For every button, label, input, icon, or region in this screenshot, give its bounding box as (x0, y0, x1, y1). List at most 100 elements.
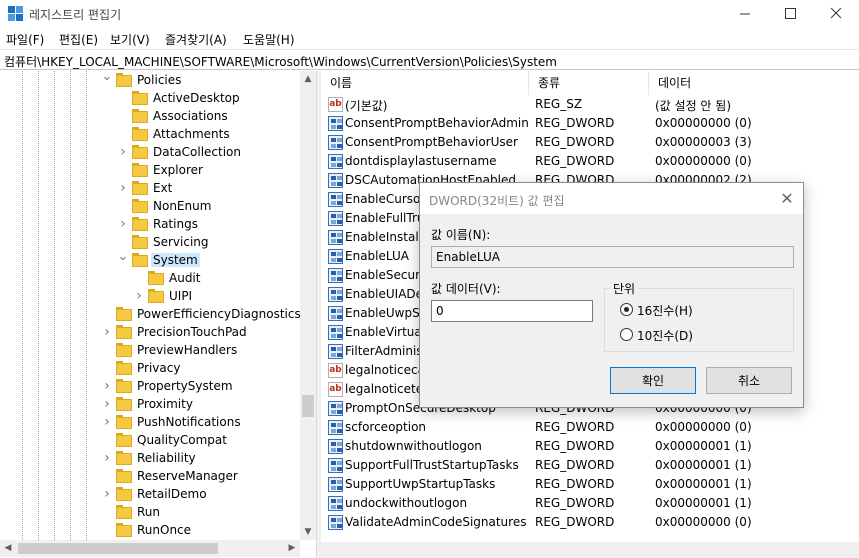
menu-help[interactable]: 도움말(H) (243, 31, 295, 48)
dialog-close-button[interactable]: ✕ (775, 187, 799, 211)
tree-item-label: Attachments (153, 127, 230, 141)
scroll-left-icon[interactable]: ◀ (0, 540, 16, 557)
list-item[interactable]: undockwithoutlogon REG_DWORD 0x00000001 (1… (321, 494, 859, 513)
tree-item-retaildemo[interactable]: › RetailDemo (0, 485, 300, 503)
tree-item-audit[interactable]: Audit (0, 269, 300, 287)
chevron-right-icon[interactable]: › (117, 181, 129, 195)
column-header-type[interactable]: 종류 (529, 71, 649, 95)
chevron-right-icon[interactable]: › (117, 217, 129, 231)
tree-item-servicing[interactable]: Servicing (0, 233, 300, 251)
chevron-right-icon[interactable]: › (101, 451, 113, 465)
tree-item-privacy[interactable]: Privacy (0, 359, 300, 377)
value-data: 0x00000001 (1) (655, 496, 752, 510)
tree-item-reliability[interactable]: › Reliability (0, 449, 300, 467)
value-data-field[interactable] (431, 300, 593, 322)
tree-horizontal-scrollbar[interactable]: ◀ ▶ (0, 540, 300, 557)
tree-item-pushnotifications[interactable]: › PushNotifications (0, 413, 300, 431)
base-group-label: 단위 (610, 280, 639, 297)
address-bar[interactable]: 컴퓨터\HKEY_LOCAL_MACHINE\SOFTWARE\Microsof… (0, 49, 859, 70)
tree-item-previewhandlers[interactable]: PreviewHandlers (0, 341, 300, 359)
scroll-down-icon[interactable]: ▼ (300, 524, 316, 540)
tree-item-precisiontouchpad[interactable]: › PrecisionTouchPad (0, 323, 300, 341)
menu-edit[interactable]: 편집(E) (59, 31, 98, 48)
tree-item-nonenum[interactable]: NonEnum (0, 197, 300, 215)
tree-item-runonce[interactable]: RunOnce (0, 521, 300, 539)
ok-button[interactable]: 확인 (610, 367, 696, 394)
string-value-icon: ab (328, 97, 343, 112)
list-item[interactable]: shutdownwithoutlogon REG_DWORD 0x00000001 … (321, 437, 859, 456)
value-data: 0x00000000 (0) (655, 116, 752, 130)
tree-item-policies[interactable]: ⌄ Policies (0, 71, 300, 89)
tree-item-system[interactable]: ⌄ System (0, 250, 300, 269)
chevron-down-icon[interactable]: ⌄ (117, 250, 129, 264)
list-item[interactable]: ConsentPromptBehaviorUser REG_DWORD 0x0000… (321, 133, 859, 152)
tree-item-propertysystem[interactable]: › PropertySystem (0, 377, 300, 395)
minimize-button[interactable] (722, 0, 768, 28)
scroll-right-icon[interactable]: ▶ (284, 540, 300, 557)
hex-radio[interactable]: 16진수(H) (620, 302, 740, 318)
chevron-right-icon[interactable]: › (101, 397, 113, 411)
tree-item-label: Policies (137, 73, 182, 87)
list-item[interactable]: ConsentPromptBehaviorAdmin REG_DWORD 0x000… (321, 114, 859, 133)
list-item[interactable]: SupportFullTrustStartupTasks REG_DWORD 0x0… (321, 456, 859, 475)
title-bar: 레지스트리 편집기 (0, 0, 859, 28)
tree-vertical-scrollbar[interactable]: ▲ ▼ (300, 71, 316, 540)
chevron-right-icon[interactable]: › (117, 145, 129, 159)
value-name: shutdownwithoutlogon (345, 439, 482, 453)
chevron-right-icon[interactable]: › (101, 415, 113, 429)
chevron-down-icon[interactable]: ⌄ (101, 71, 113, 84)
close-button[interactable] (813, 0, 859, 28)
edit-dword-dialog: DWORD(32비트) 값 편집 ✕ 값 이름(N): 값 데이터(V): 단위… (419, 182, 804, 408)
tree-item-associations[interactable]: Associations (0, 107, 300, 125)
folder-icon (116, 415, 132, 429)
chevron-right-icon[interactable]: › (101, 325, 113, 339)
dword-value-icon (328, 439, 343, 454)
tree-item-label: Associations (153, 109, 228, 123)
chevron-right-icon[interactable]: › (101, 379, 113, 393)
dword-value-icon (328, 287, 343, 302)
tree-item-ext[interactable]: › Ext (0, 179, 300, 197)
tree-item-label: System (151, 253, 200, 267)
chevron-right-icon[interactable]: › (101, 487, 113, 501)
tree-item-ratings[interactable]: › Ratings (0, 215, 300, 233)
tree-item-run[interactable]: Run (0, 503, 300, 521)
tree-item-powerefficiencydiagnostics[interactable]: PowerEfficiencyDiagnostics (0, 305, 300, 323)
dec-radio[interactable]: 10진수(D) (620, 327, 740, 343)
value-type: REG_SZ (535, 97, 583, 111)
chevron-right-icon[interactable]: › (133, 289, 145, 303)
tree-vertical-scroll-thumb[interactable] (302, 395, 314, 417)
folder-icon (116, 343, 132, 357)
value-data: 0x00000001 (1) (655, 458, 752, 472)
registry-app-icon (8, 6, 24, 22)
maximize-button[interactable] (767, 0, 813, 28)
key-tree: ⌄ Policies ActiveDesktop Associations Attach… (0, 71, 300, 540)
list-item[interactable]: SupportUwpStartupTasks REG_DWORD 0x0000000… (321, 475, 859, 494)
tree-item-label: Run (137, 505, 161, 519)
value-name: undockwithoutlogon (345, 496, 468, 510)
column-header-name[interactable]: 이름 (321, 71, 529, 95)
list-item[interactable]: dontdisplaylastusername REG_DWORD 0x000000… (321, 152, 859, 171)
dword-value-icon (328, 154, 343, 169)
tree-horizontal-scroll-thumb[interactable] (18, 543, 218, 554)
list-item[interactable]: ValidateAdminCodeSignatures REG_DWORD 0x00… (321, 513, 859, 532)
menu-view[interactable]: 보기(V) (110, 31, 150, 48)
dword-value-icon (328, 306, 343, 321)
scroll-up-icon[interactable]: ▲ (300, 71, 316, 87)
menu-file[interactable]: 파일(F) (6, 31, 44, 48)
cancel-button[interactable]: 취소 (706, 367, 792, 394)
value-data: 0x00000001 (1) (655, 439, 752, 453)
list-item[interactable]: scforceoption REG_DWORD 0x00000000 (0) (321, 418, 859, 437)
value-name-field[interactable] (431, 246, 794, 268)
tree-item-uipi[interactable]: › UIPI (0, 287, 300, 305)
tree-item-qualitycompat[interactable]: QualityCompat (0, 431, 300, 449)
tree-item-activedesktop[interactable]: ActiveDesktop (0, 89, 300, 107)
column-header-data[interactable]: 데이터 (649, 71, 859, 95)
list-item[interactable]: ab (기본값) REG_SZ (값 설정 안 됨) (321, 95, 859, 114)
string-value-icon: ab (328, 382, 343, 397)
tree-item-datacollection[interactable]: › DataCollection (0, 143, 300, 161)
tree-item-reservemanager[interactable]: ReserveManager (0, 467, 300, 485)
tree-item-proximity[interactable]: › Proximity (0, 395, 300, 413)
tree-item-attachments[interactable]: Attachments (0, 125, 300, 143)
menu-favorites[interactable]: 즐겨찾기(A) (165, 31, 227, 48)
tree-item-explorer[interactable]: Explorer (0, 161, 300, 179)
